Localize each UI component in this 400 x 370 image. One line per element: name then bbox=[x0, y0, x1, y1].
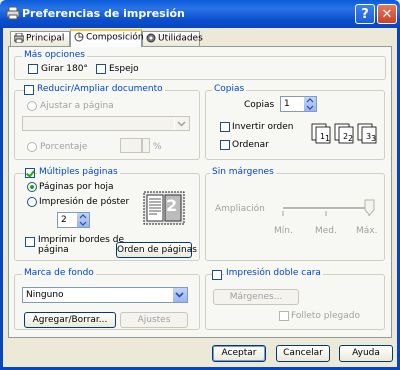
pages-per-sheet-preview-icon bbox=[143, 191, 185, 225]
girar-label: Girar 180° bbox=[41, 64, 88, 74]
paginas-spinner-value: 2 bbox=[61, 215, 67, 225]
ajustar-label: Ajustar a página bbox=[40, 101, 114, 111]
folleto-label: Folleto plegado bbox=[291, 311, 360, 321]
tab-principal[interactable]: Principal bbox=[10, 31, 70, 46]
chevron-down-icon[interactable] bbox=[174, 117, 189, 130]
ordenar-label: Ordenar bbox=[232, 140, 269, 150]
paginas-spinner[interactable] bbox=[77, 213, 89, 227]
impresion-poster-label: Impresión de póster bbox=[39, 197, 130, 207]
slider-thumb-icon[interactable] bbox=[364, 199, 375, 216]
impresion-poster-radio[interactable] bbox=[27, 197, 37, 207]
window-title: Preferencias de impresión bbox=[22, 7, 185, 20]
close-button[interactable]: ✕ bbox=[377, 4, 397, 24]
porcentaje-label: Porcentaje bbox=[40, 142, 88, 152]
doble-cara-title: Impresión doble cara bbox=[224, 268, 323, 278]
paginas-spinner-input[interactable]: 2 bbox=[57, 212, 90, 228]
multiples-title: Múltiples páginas bbox=[37, 167, 120, 177]
printer-icon bbox=[14, 33, 24, 43]
svg-text:3: 3 bbox=[371, 134, 376, 143]
agregar-borrar-button[interactable]: Agregar/Borrar... bbox=[24, 312, 116, 328]
espejo-checkbox[interactable] bbox=[96, 64, 106, 74]
sin-margenes-group bbox=[205, 173, 385, 261]
help-button[interactable]: ? bbox=[355, 4, 375, 24]
porcentaje-spinner[interactable] bbox=[142, 138, 150, 153]
imprimir-bordes-checkbox[interactable] bbox=[25, 237, 35, 247]
tab-utilidades-label: Utilidades bbox=[158, 33, 203, 44]
tab-composicion[interactable]: Composición bbox=[70, 29, 144, 47]
layout-icon bbox=[74, 32, 84, 42]
espejo-label: Espejo bbox=[109, 64, 139, 74]
svg-text:2: 2 bbox=[348, 134, 353, 143]
porcentaje-input[interactable] bbox=[120, 138, 142, 153]
invertir-checkbox[interactable] bbox=[220, 122, 230, 132]
reducir-checkbox[interactable] bbox=[24, 85, 34, 95]
collate-icon: 11 22 33 bbox=[311, 123, 377, 144]
chevron-down-icon[interactable] bbox=[172, 288, 187, 302]
copias-value: 1 bbox=[284, 99, 290, 109]
slider-med-label: Med. bbox=[315, 226, 337, 236]
percent-sign: % bbox=[153, 142, 162, 152]
sin-margenes-title: Sin márgenes bbox=[210, 167, 276, 177]
ampliacion-label: Ampliación bbox=[215, 204, 265, 214]
doble-cara-checkbox[interactable] bbox=[212, 270, 222, 280]
cancelar-button[interactable]: Cancelar bbox=[276, 345, 330, 362]
tab-utilidades[interactable]: Utilidades bbox=[142, 31, 203, 46]
copias-label: Copias bbox=[244, 100, 275, 110]
imprimir-bordes-label-2: página bbox=[38, 245, 69, 255]
orden-paginas-button[interactable]: Orden de páginas bbox=[116, 242, 197, 258]
copias-title: Copias bbox=[212, 84, 247, 94]
ampliacion-slider-track[interactable] bbox=[283, 207, 371, 210]
folleto-checkbox[interactable] bbox=[279, 311, 289, 321]
copias-input[interactable]: 1 bbox=[280, 96, 317, 112]
ajustes-button[interactable]: Ajustes bbox=[120, 312, 188, 328]
porcentaje-radio[interactable] bbox=[27, 142, 37, 152]
slider-min-label: Mín. bbox=[274, 226, 293, 236]
girar-checkbox[interactable] bbox=[28, 64, 38, 74]
printer-icon bbox=[6, 6, 20, 20]
mas-opciones-title: Más opciones bbox=[22, 50, 87, 60]
ordenar-checkbox[interactable] bbox=[220, 140, 230, 150]
slider-max-label: Máx. bbox=[356, 226, 378, 236]
reducir-title: Reducir/Ampliar documento bbox=[35, 84, 165, 94]
paginas-por-hoja-label: Páginas por hoja bbox=[39, 182, 114, 192]
ajustar-radio[interactable] bbox=[27, 101, 37, 111]
marca-fondo-dropdown[interactable]: Ninguno bbox=[22, 287, 188, 303]
utility-icon bbox=[146, 33, 156, 43]
ayuda-button[interactable]: Ayuda bbox=[339, 345, 393, 362]
slider-ticks bbox=[282, 211, 370, 216]
copias-spinner[interactable] bbox=[304, 97, 316, 111]
imprimir-bordes-label: Imprimir bordes de bbox=[38, 235, 124, 245]
marca-fondo-title: Marca de fondo bbox=[22, 268, 96, 278]
preview-number: 2 bbox=[166, 196, 178, 215]
ajustar-dropdown[interactable] bbox=[22, 116, 190, 131]
svg-text:1: 1 bbox=[325, 134, 330, 143]
invertir-label: Invertir orden bbox=[232, 122, 294, 132]
multiples-checkbox[interactable] bbox=[25, 168, 35, 178]
margenes-button[interactable]: Márgenes... bbox=[213, 289, 299, 305]
aceptar-button[interactable]: Aceptar bbox=[212, 345, 266, 362]
marca-fondo-value: Ninguno bbox=[26, 290, 64, 300]
paginas-por-hoja-radio[interactable] bbox=[27, 182, 37, 192]
tab-principal-label: Principal bbox=[26, 33, 65, 44]
tab-composicion-label: Composición bbox=[86, 32, 144, 43]
